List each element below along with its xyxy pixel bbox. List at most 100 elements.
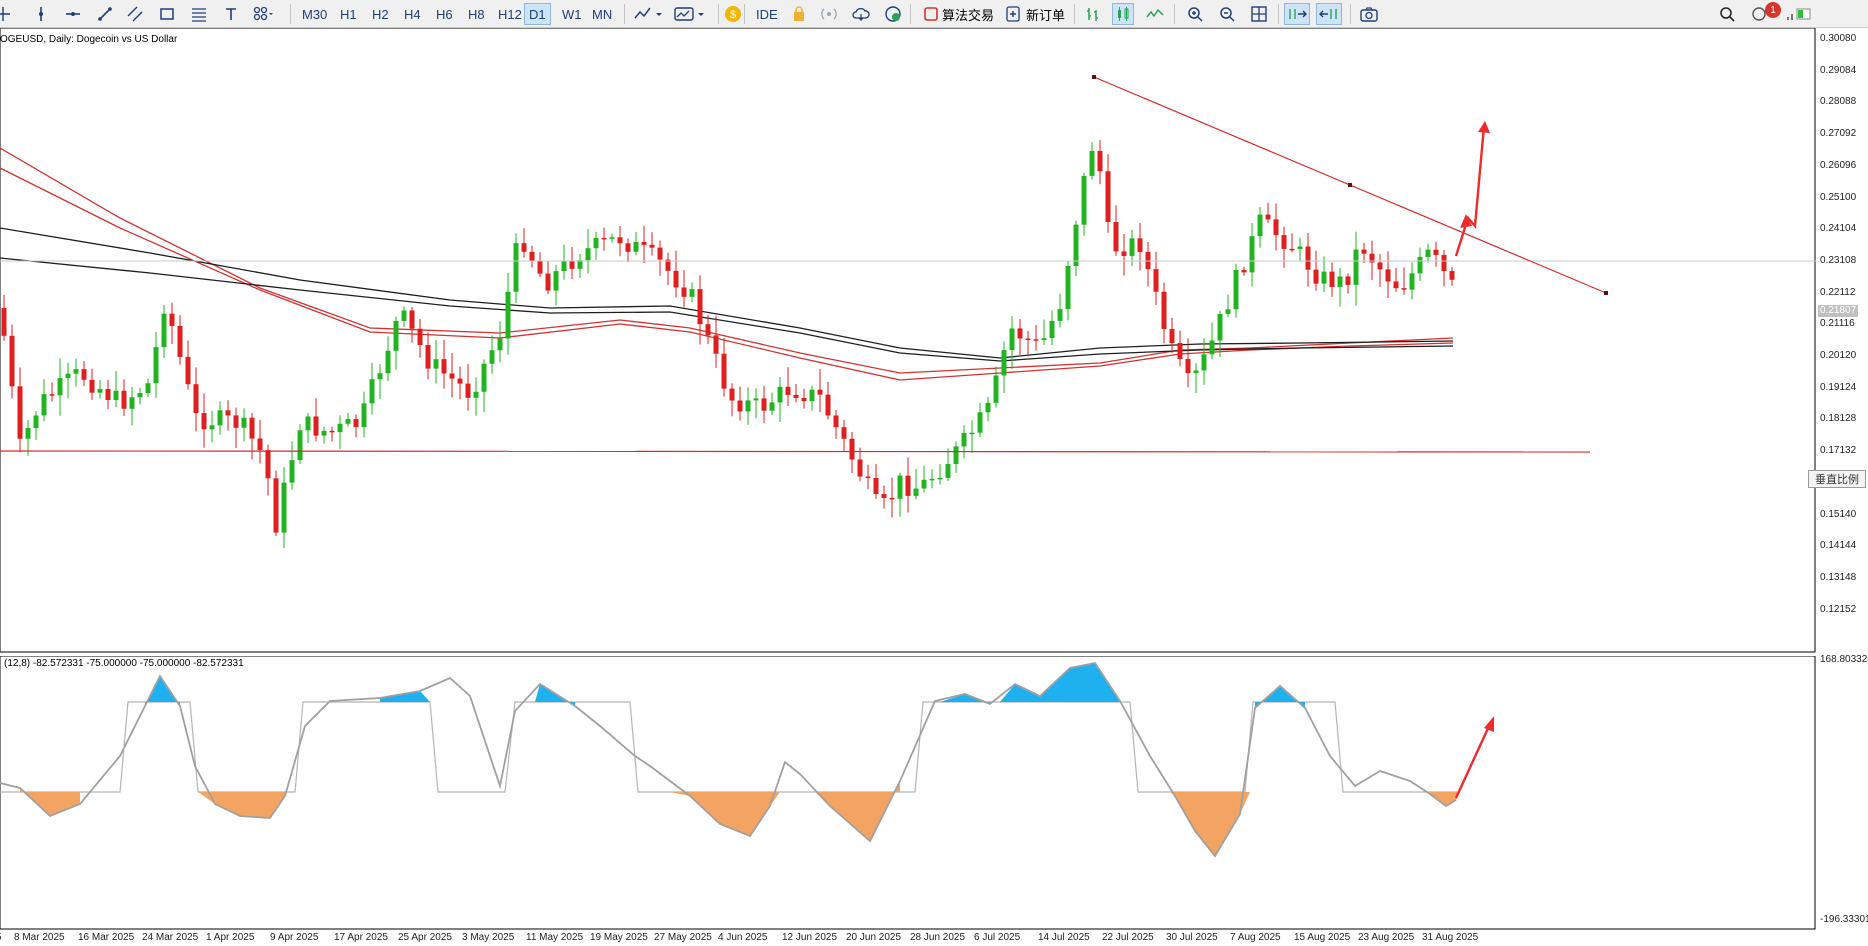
- algo-trading-icon[interactable]: [920, 3, 942, 25]
- search-icon[interactable]: [1716, 3, 1738, 25]
- candle-body: [881, 494, 887, 498]
- candle-body: [297, 430, 303, 461]
- candle-body: [913, 488, 919, 496]
- candle-body: [1409, 273, 1415, 290]
- time-tick-label: 6 Jul 2025: [974, 932, 1021, 943]
- candle-body: [441, 359, 447, 374]
- candle-body: [81, 369, 87, 380]
- price-tick-label: 0.12152: [1820, 603, 1857, 615]
- time-tick-label: 14 Jul 2025: [1038, 932, 1090, 943]
- algo-trading-button[interactable]: 算法交易: [942, 3, 994, 25]
- candle-body: [361, 403, 367, 428]
- zoom-in-icon[interactable]: [1184, 3, 1206, 25]
- timeframe-m30[interactable]: M30: [298, 3, 331, 25]
- candle-body: [1353, 249, 1359, 285]
- candle-body: [1057, 309, 1063, 321]
- candle-body: [721, 353, 727, 389]
- candle-body: [1417, 256, 1423, 274]
- candle-body: [1049, 320, 1055, 339]
- candle-body: [1065, 266, 1071, 310]
- timeframe-h1[interactable]: H1: [336, 3, 361, 25]
- indicator-scale-label: -196.33301: [1820, 914, 1868, 925]
- candle-body: [769, 402, 775, 411]
- market-icon[interactable]: $: [722, 3, 744, 25]
- candle-body: [97, 389, 103, 393]
- signal-broadcast-icon[interactable]: [818, 3, 840, 25]
- shapes-icon[interactable]: [252, 3, 274, 25]
- candle-chart-icon[interactable]: [1112, 3, 1134, 25]
- time-tick-label: 25 Apr 2025: [398, 932, 452, 943]
- vertical-line-icon[interactable]: [30, 3, 52, 25]
- candle-body: [449, 373, 455, 379]
- candle-body: [705, 324, 711, 336]
- price-chart[interactable]: [0, 28, 1816, 653]
- grid-icon[interactable]: [1248, 3, 1270, 25]
- candle-body: [785, 386, 791, 395]
- candle-body: [1433, 249, 1439, 255]
- bar-chart-icon[interactable]: [1082, 3, 1104, 25]
- timeframe-h6[interactable]: H6: [432, 3, 457, 25]
- rectangle-icon[interactable]: [156, 3, 178, 25]
- candle-body: [1033, 339, 1039, 341]
- candle-body: [369, 379, 375, 404]
- candle-body: [1121, 251, 1127, 256]
- line-chart-icon[interactable]: [1144, 3, 1166, 25]
- toolbar: M30 H1 H2 H4 H6 H8 H12 D1 W1 MN $ IDE 算法…: [0, 0, 1868, 28]
- indicators-icon[interactable]: [634, 3, 664, 25]
- screenshot-icon[interactable]: [1358, 3, 1380, 25]
- ide-button[interactable]: IDE: [752, 3, 782, 25]
- zoom-out-icon[interactable]: [1216, 3, 1238, 25]
- candle-body: [777, 386, 783, 403]
- current-price-label: 0.21807: [1818, 305, 1859, 317]
- candle-body: [1073, 224, 1079, 267]
- new-order-icon[interactable]: [1002, 3, 1024, 25]
- mql5-icon[interactable]: [882, 3, 904, 25]
- timeframe-d1[interactable]: D1: [524, 3, 551, 25]
- price-tick-label: 0.24104: [1820, 223, 1857, 235]
- horizontal-line-icon[interactable]: [62, 3, 84, 25]
- text-icon[interactable]: [220, 3, 242, 25]
- candle-body: [401, 310, 407, 321]
- time-tick-label: 3 May 2025: [462, 932, 515, 943]
- time-axis[interactable]: 5 8 Mar 2025 16 Mar 2025 24 Mar 2025 1 Apr 2…: [0, 930, 1816, 946]
- vps-icon[interactable]: [850, 3, 872, 25]
- chart-shift-icon[interactable]: [1316, 3, 1342, 25]
- fibonacci-icon[interactable]: [188, 3, 210, 25]
- timeframe-h8[interactable]: H8: [464, 3, 489, 25]
- candle-body: [825, 394, 831, 416]
- candle-body: [505, 291, 511, 339]
- timeframe-mn[interactable]: MN: [588, 3, 616, 25]
- candle-body: [57, 378, 63, 396]
- candle-body: [849, 438, 855, 460]
- candle-body: [73, 369, 79, 374]
- channel-icon[interactable]: [124, 3, 146, 25]
- candle-body: [1201, 354, 1207, 371]
- candle-body: [1233, 269, 1239, 310]
- candle-body: [1185, 358, 1191, 374]
- timeframe-w1[interactable]: W1: [558, 3, 586, 25]
- time-tick-label: 27 May 2025: [654, 932, 712, 943]
- new-order-button[interactable]: 新订单: [1026, 3, 1065, 25]
- oscillator-pane[interactable]: [0, 656, 1816, 930]
- candle-body: [617, 237, 623, 244]
- crosshair-icon[interactable]: [0, 3, 14, 25]
- candle-body: [569, 260, 575, 269]
- candle-body: [729, 388, 735, 401]
- candle-body: [681, 287, 687, 297]
- timeframe-h4[interactable]: H4: [400, 3, 425, 25]
- vertical-scale-button[interactable]: 垂直比例: [1808, 470, 1866, 488]
- candle-body: [561, 260, 567, 272]
- timeframe-h2[interactable]: H2: [368, 3, 393, 25]
- trendline-anchor: [1348, 183, 1352, 187]
- timeframe-h12[interactable]: H12: [494, 3, 526, 25]
- candle-body: [857, 459, 863, 477]
- candle-body: [745, 400, 751, 412]
- candle-body: [1025, 338, 1031, 340]
- candle-body: [465, 383, 471, 398]
- candle-body: [985, 402, 991, 413]
- trend-line-icon[interactable]: [94, 3, 116, 25]
- signals-icon[interactable]: [788, 3, 810, 25]
- templates-icon[interactable]: [674, 3, 708, 25]
- autoscroll-icon[interactable]: [1284, 3, 1310, 25]
- candle-body: [113, 390, 119, 401]
